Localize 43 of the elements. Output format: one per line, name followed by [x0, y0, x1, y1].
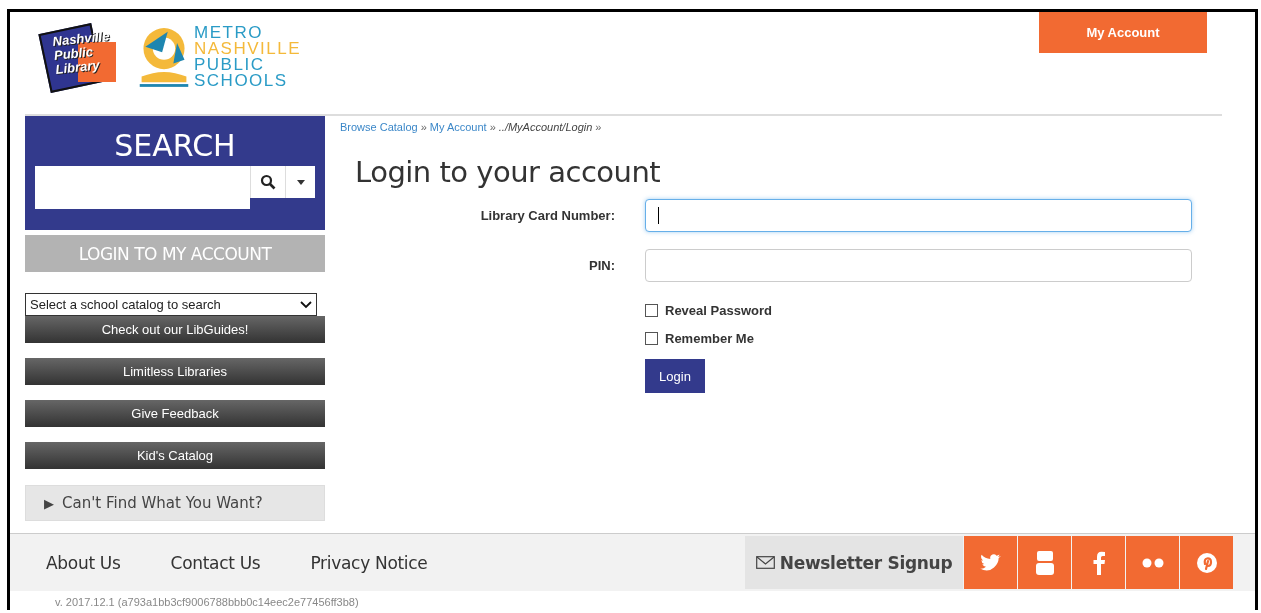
social-link[interactable] [1126, 536, 1179, 589]
footer-link[interactable]: Privacy Notice [310, 552, 428, 573]
expander-toggle[interactable]: ▶ Can't Find What You Want? [25, 485, 325, 521]
checkbox-label: Reveal Password [665, 302, 772, 318]
search-icon [260, 174, 276, 190]
login-button[interactable]: Login [645, 359, 705, 393]
sidebar-link-button[interactable]: Give Feedback [25, 400, 325, 427]
social-link[interactable] [964, 536, 1017, 589]
breadcrumb-link[interactable]: My Account [429, 121, 487, 133]
checkbox-label: Remember Me [665, 330, 754, 346]
footer-link[interactable]: About Us [46, 552, 121, 573]
breadcrumb-current: ../MyAccount/Login [498, 121, 593, 133]
footer-link[interactable]: Contact Us [170, 552, 261, 573]
sidebar-link-button[interactable]: Kid's Catalog [25, 442, 325, 469]
breadcrumb-separator: » [595, 121, 602, 133]
checkbox[interactable] [645, 303, 658, 317]
social-link[interactable] [1072, 536, 1125, 589]
catalog-select[interactable]: Select a school catalog to search [25, 293, 317, 316]
input-field[interactable] [645, 199, 1192, 232]
bird-icon [979, 553, 1002, 572]
pinterest-icon [1195, 551, 1218, 574]
search-field[interactable] [35, 166, 250, 209]
search-title: SEARCH [114, 127, 236, 165]
chevron-icon [300, 300, 312, 309]
field-label: PIN: [588, 258, 616, 273]
input-field[interactable] [645, 249, 1192, 282]
breadcrumb-separator: » [420, 121, 427, 133]
checkbox[interactable] [645, 331, 658, 345]
version-text: v. 2017.12.1 (a793a1bb3cf9006788bbb0c14eec2e77456ff3b8) [54, 595, 360, 608]
caret-icon [296, 179, 305, 185]
breadcrumb-link[interactable]: Browse Catalog [340, 121, 418, 133]
search-button[interactable] [250, 166, 285, 198]
dots-icon [1141, 557, 1164, 568]
sidebar-link-button[interactable]: Limitless Libraries [25, 358, 325, 385]
envelope-icon [755, 556, 775, 569]
field-label: Library Card Number: [479, 208, 616, 223]
page-title: Login to your account [355, 155, 662, 189]
social-link[interactable] [1180, 536, 1233, 589]
social-link[interactable] [1018, 536, 1071, 589]
newsletter-button[interactable]: Newsletter Signup [745, 536, 963, 589]
sidebar-link-button[interactable]: Check out our LibGuides! [25, 316, 325, 343]
breadcrumb-separator: » [489, 121, 496, 133]
facebook-icon [1092, 550, 1105, 575]
